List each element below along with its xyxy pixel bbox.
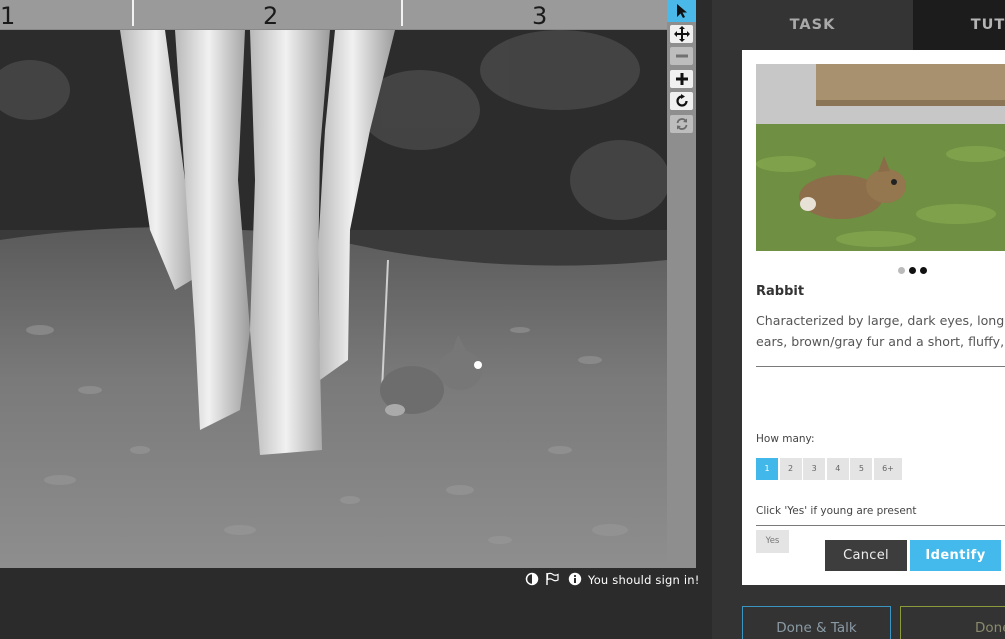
ruler-label: 1 bbox=[0, 2, 16, 30]
tab-tutorial[interactable]: TUT bbox=[913, 0, 1005, 50]
young-present-label: Click 'Yes' if young are present bbox=[756, 505, 917, 517]
rotate-clockwise-icon bbox=[675, 94, 688, 107]
plus-icon bbox=[675, 73, 688, 85]
camera-trap-image-graphic bbox=[0, 30, 667, 568]
select-tool-button[interactable] bbox=[667, 0, 696, 22]
move-arrows-icon bbox=[673, 26, 690, 42]
gallery-dot[interactable] bbox=[920, 267, 927, 274]
divider bbox=[756, 366, 1005, 367]
arrow-pointer-icon bbox=[676, 4, 687, 18]
species-detail-card: Rabbit Characterized by large, dark eyes… bbox=[742, 50, 1005, 585]
count-option-5[interactable]: 5 bbox=[850, 458, 873, 480]
species-description-line: Characterized by large, dark eyes, long … bbox=[756, 313, 1005, 328]
zoom-in-tool-button[interactable] bbox=[670, 70, 693, 88]
info-icon[interactable] bbox=[568, 572, 582, 586]
divider bbox=[756, 525, 1005, 526]
pan-tool-button[interactable] bbox=[670, 25, 693, 43]
ruler-label: 3 bbox=[532, 2, 548, 30]
zoom-out-tool-button[interactable] bbox=[670, 47, 693, 65]
gallery-dot[interactable] bbox=[898, 267, 905, 274]
species-name: Rabbit bbox=[756, 284, 805, 299]
minus-icon bbox=[675, 54, 688, 58]
sign-in-message[interactable]: You should sign in! bbox=[588, 573, 700, 587]
refresh-icon bbox=[676, 118, 687, 130]
invert-contrast-icon[interactable] bbox=[525, 572, 539, 586]
flag-icon[interactable] bbox=[545, 572, 559, 586]
rotate-tool-button[interactable] bbox=[670, 92, 693, 110]
ruler-tick bbox=[401, 0, 403, 26]
task-panel: TASK TUT Rabbit Characterized by large, … bbox=[712, 0, 1005, 639]
count-option-4[interactable]: 4 bbox=[826, 458, 849, 480]
subject-viewer: 1 2 3 You should sign in! bbox=[0, 0, 712, 639]
species-description-line: ears, brown/gray fur and a short, fluffy… bbox=[756, 334, 1005, 349]
gallery-dot[interactable] bbox=[909, 267, 916, 274]
species-example-photo bbox=[756, 64, 1005, 251]
count-options: 1 2 3 4 5 6+ bbox=[756, 458, 904, 480]
done-button[interactable]: Done bbox=[900, 606, 1005, 639]
count-option-3[interactable]: 3 bbox=[803, 458, 826, 480]
how-many-label: How many: bbox=[756, 433, 815, 445]
count-option-2[interactable]: 2 bbox=[779, 458, 802, 480]
panel-tabs: TASK TUT bbox=[712, 0, 1005, 50]
count-option-6-plus[interactable]: 6+ bbox=[873, 458, 902, 480]
tab-task[interactable]: TASK bbox=[712, 0, 913, 50]
reset-tool-button[interactable] bbox=[670, 115, 693, 133]
ruler: 1 2 3 bbox=[0, 0, 667, 30]
done-and-talk-button[interactable]: Done & Talk bbox=[742, 606, 891, 639]
identify-button[interactable]: Identify bbox=[910, 540, 1001, 571]
cancel-button[interactable]: Cancel bbox=[825, 540, 907, 571]
young-yes-button[interactable]: Yes bbox=[756, 530, 789, 553]
camera-trap-image[interactable] bbox=[0, 30, 667, 568]
ruler-tick bbox=[132, 0, 134, 26]
viewer-toolbar bbox=[667, 0, 696, 568]
gallery-dots bbox=[898, 259, 931, 274]
rabbit-example-graphic bbox=[756, 64, 1005, 251]
count-option-1[interactable]: 1 bbox=[756, 458, 778, 480]
species-description: Characterized by large, dark eyes, long … bbox=[756, 310, 1005, 352]
ruler-label: 2 bbox=[263, 2, 279, 30]
